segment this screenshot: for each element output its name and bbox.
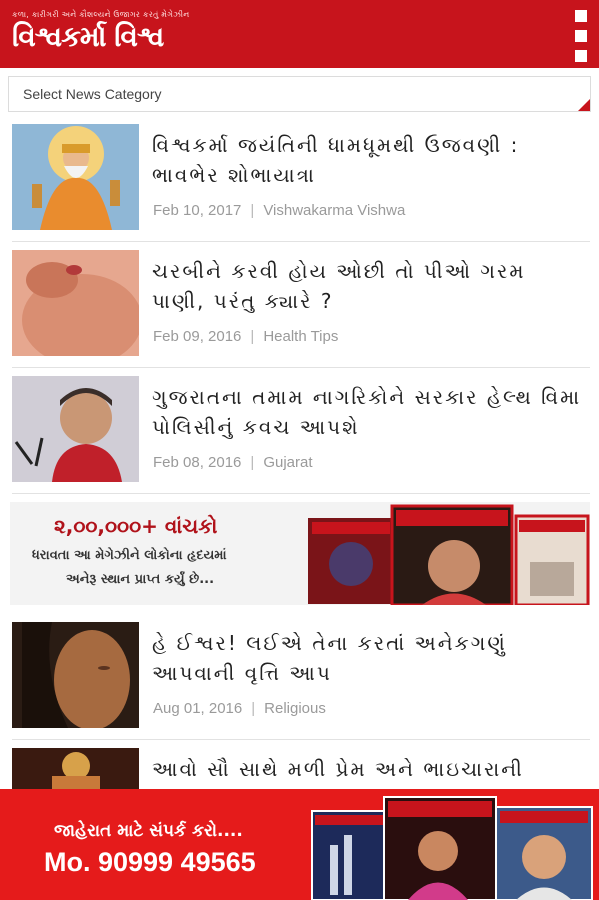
banner-text-line: અનેરૂ સ્થાન પ્રાપ્ત કર્યું છે...	[66, 572, 215, 587]
news-category[interactable]: Health Tips	[263, 328, 338, 345]
health-image	[12, 250, 139, 356]
magazine-covers-image	[308, 504, 590, 605]
menu-dot	[575, 50, 587, 62]
app-header: કળા, કારીગરી અને કૌશલ્યને ઉજાગર કરતું મે…	[0, 0, 599, 68]
row-divider	[12, 493, 590, 494]
overflow-menu-icon[interactable]	[575, 10, 587, 62]
deity-image	[12, 124, 139, 230]
menu-dot	[575, 10, 587, 22]
news-category[interactable]: Gujarat	[263, 454, 312, 471]
menu-dot	[575, 30, 587, 42]
contact-phone[interactable]: Mo. 90999 49565	[44, 847, 256, 878]
meta-separator: |	[250, 454, 255, 471]
news-date: Feb 09, 2016	[153, 328, 242, 345]
news-category-select[interactable]: Select News Category	[8, 76, 591, 112]
meta-separator: |	[250, 202, 255, 219]
advertise-contact-ad[interactable]: જાહેરાત માટે સંપર્ક કરો.... Mo. 90999 49…	[0, 789, 599, 900]
news-title: આવો સૌ સાથે મળી પ્રેમ અને ભાઇચારાની	[152, 757, 524, 781]
magazine-covers-image	[311, 796, 593, 900]
news-item[interactable]: ગુજરાતના તમામ નાગરિકોને સરકાર હેલ્થ વિમા…	[0, 376, 599, 490]
news-date: Feb 10, 2017	[153, 202, 242, 219]
row-divider	[12, 739, 590, 740]
news-item[interactable]: ચરબીને કરવી હોય ઓછી તો પીઓ ગરમ પાણી, પરં…	[0, 250, 599, 364]
news-title: વિશ્વકર્મા જયંતિની ધામધૂમથી ઉજવણી : ભાવભ…	[152, 133, 520, 187]
meta-separator: |	[250, 328, 255, 345]
dropdown-corner-icon	[578, 99, 590, 111]
news-meta: Feb 09, 2016 | Health Tips	[153, 328, 338, 345]
app-logo[interactable]: વિશ્વકર્મા વિશ્વ	[12, 20, 164, 54]
magazine-banner-ad[interactable]: ૨,૦૦,૦૦૦+ વાંચકો ધરાવતા આ મેગેઝીને લોકોન…	[10, 502, 590, 605]
meta-separator: |	[251, 700, 256, 717]
politician-image	[12, 376, 139, 482]
news-category[interactable]: Religious	[264, 700, 326, 717]
row-divider	[12, 241, 590, 242]
advertise-text: જાહેરાત માટે સંપર્ક કરો....	[54, 821, 243, 841]
banner-text-line: ધરાવતા આ મેગેઝીને લોકોના હૃદયમાં	[32, 548, 227, 563]
news-title: હે ઈશ્વર! લઈએ તેના કરતાં અનેકગણું આપવાની…	[152, 631, 507, 685]
news-date: Aug 01, 2016	[153, 700, 243, 717]
header-tagline: કળા, કારીગરી અને કૌશલ્યને ઉજાગર કરતું મે…	[12, 10, 190, 19]
banner-readers-count: ૨,૦૦,૦૦૦+ વાંચકો	[54, 514, 218, 538]
news-category[interactable]: Vishwakarma Vishwa	[263, 202, 405, 219]
woman-portrait-image	[12, 622, 139, 728]
news-meta: Feb 08, 2016 | Gujarat	[153, 454, 313, 471]
news-meta: Aug 01, 2016 | Religious	[153, 700, 326, 717]
news-date: Feb 08, 2016	[153, 454, 242, 471]
news-item[interactable]: વિશ્વકર્મા જયંતિની ધામધૂમથી ઉજવણી : ભાવભ…	[0, 124, 599, 238]
news-category-label: Select News Category	[23, 86, 162, 102]
news-title: ચરબીને કરવી હોય ઓછી તો પીઓ ગરમ પાણી, પરં…	[152, 259, 526, 313]
row-divider	[12, 367, 590, 368]
news-item[interactable]: હે ઈશ્વર! લઈએ તેના કરતાં અનેકગણું આપવાની…	[0, 622, 599, 736]
news-meta: Feb 10, 2017 | Vishwakarma Vishwa	[153, 202, 405, 219]
news-title: ગુજરાતના તમામ નાગરિકોને સરકાર હેલ્થ વિમા…	[152, 385, 582, 439]
